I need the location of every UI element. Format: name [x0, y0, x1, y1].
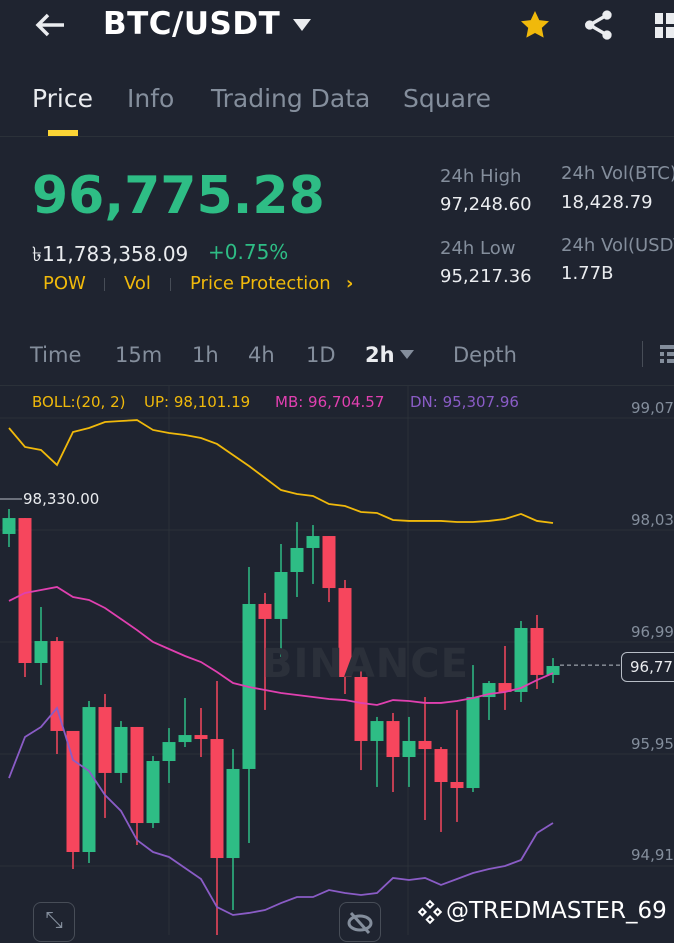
candle-body — [434, 749, 448, 783]
candle-body — [290, 547, 304, 573]
candle-body — [322, 536, 336, 589]
candlestick-chart[interactable] — [0, 0, 674, 935]
candle-body — [274, 572, 288, 619]
candle-body — [130, 726, 144, 824]
hide-indicator-button[interactable] — [339, 902, 381, 942]
candle-body — [418, 740, 432, 750]
y-tick: 96,99 — [631, 623, 674, 641]
y-tick: 95,95 — [631, 735, 674, 753]
candle-body — [386, 721, 400, 758]
expand-icon: ⤡ — [45, 908, 63, 933]
candle-body — [258, 603, 272, 619]
high-marker-label: 98,330.00 — [23, 490, 100, 508]
watermark: BINANCE — [262, 641, 469, 687]
y-tick: 94,91 — [631, 846, 674, 864]
candle-body — [34, 641, 48, 664]
candle-body — [530, 628, 544, 675]
candle-body — [466, 697, 480, 789]
binance-logo-icon — [417, 899, 443, 925]
candle-body — [114, 726, 128, 773]
candle-body — [66, 730, 80, 853]
candle-body — [210, 739, 224, 859]
candle-body — [2, 518, 16, 534]
candle-body — [18, 518, 32, 664]
boll-mb: MB: 96,704.57 — [275, 393, 385, 411]
candle-body — [450, 782, 464, 789]
boll-up: UP: 98,101.19 — [144, 393, 251, 411]
boll-dn: DN: 95,307.96 — [410, 393, 519, 411]
candle-body — [82, 707, 96, 853]
eye-off-icon — [347, 911, 373, 935]
candle-body — [50, 641, 64, 731]
candle-body — [402, 740, 416, 758]
y-tick: 98,03 — [631, 511, 674, 529]
candle-body — [370, 721, 384, 741]
boll-label: BOLL:(20, 2) — [32, 393, 126, 411]
candle-body — [98, 707, 112, 773]
fullscreen-button[interactable]: ⤡ — [33, 902, 75, 942]
candle-body — [162, 742, 176, 762]
candle-body — [194, 735, 208, 740]
candle-body — [306, 536, 320, 548]
current-price-tag[interactable]: 96,77 — [621, 652, 674, 682]
candle-body — [226, 768, 240, 859]
candle-body — [146, 761, 160, 824]
candle-body — [178, 735, 192, 743]
candle-body — [514, 628, 528, 692]
y-tick: 99,07 — [631, 399, 674, 417]
credit-watermark: @TREDMASTER_69 — [446, 898, 667, 924]
